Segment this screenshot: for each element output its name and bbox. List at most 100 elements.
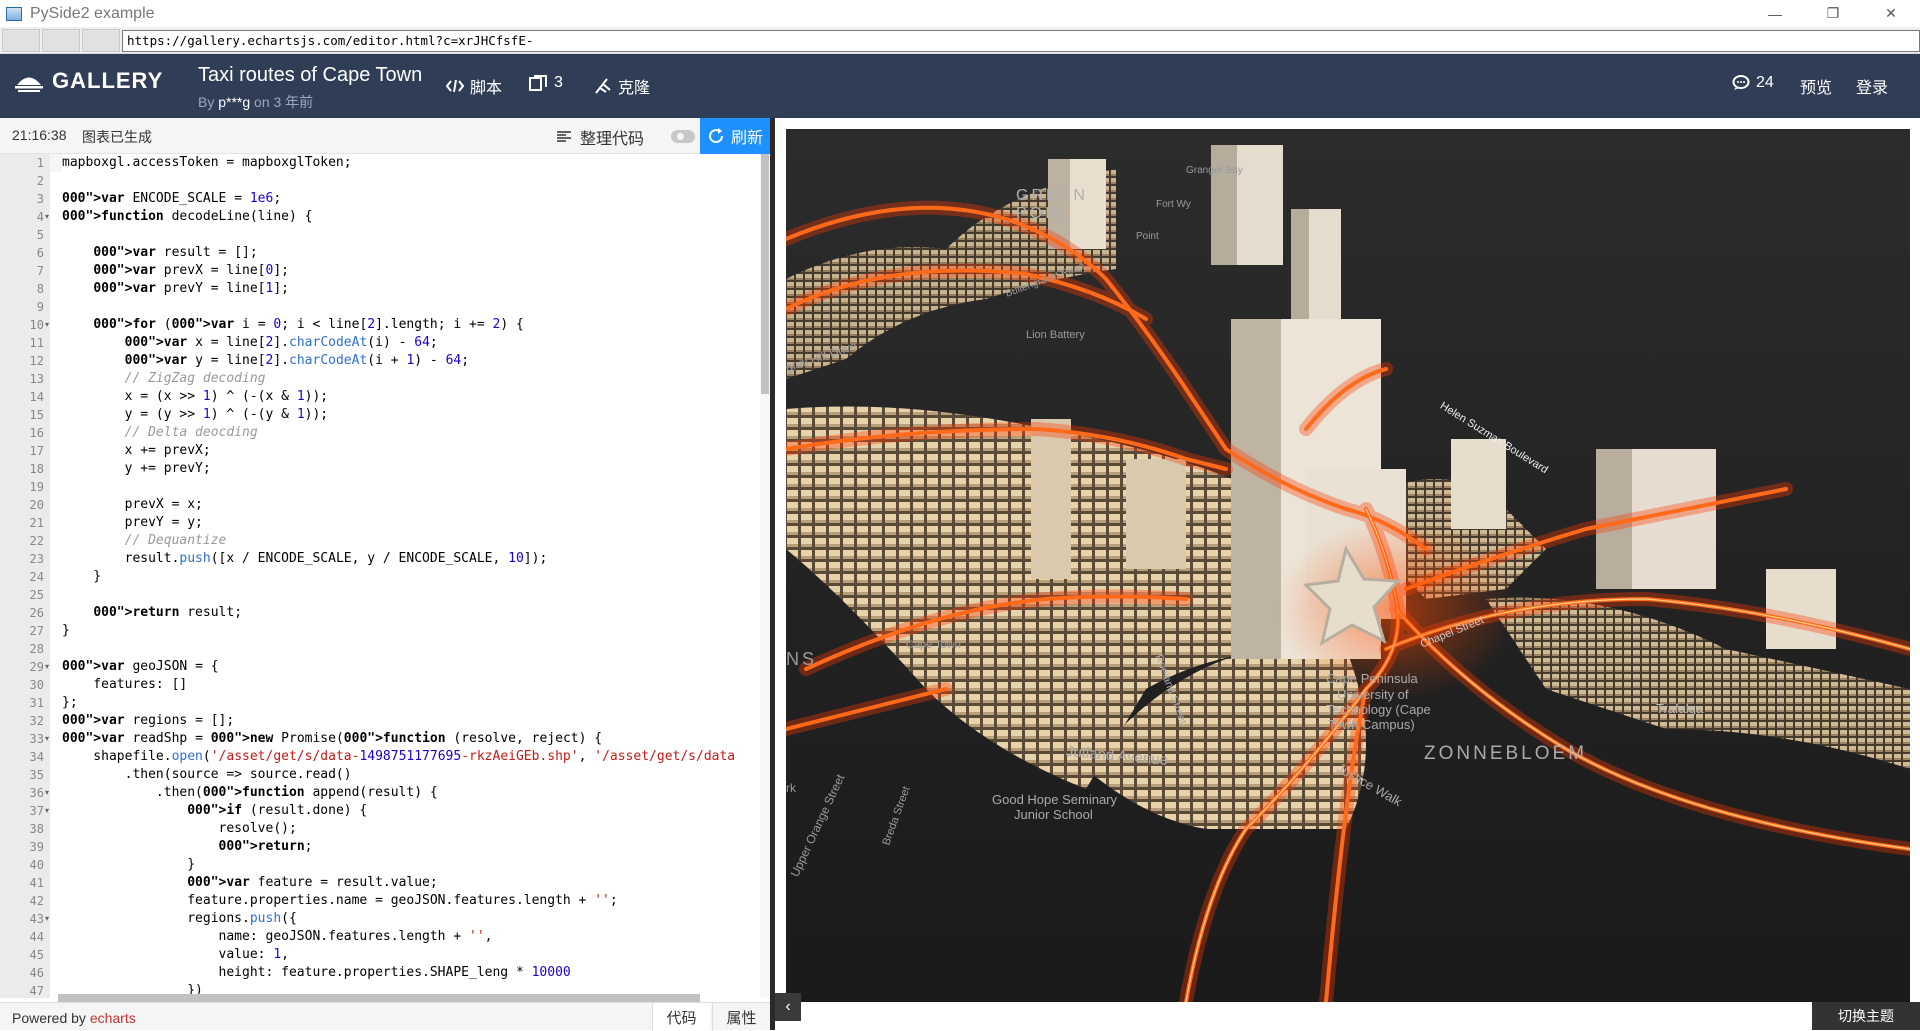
close-button[interactable]: ✕ — [1868, 0, 1914, 27]
line-number: 24 — [29, 570, 44, 584]
code-line: } — [62, 857, 196, 872]
login-link[interactable]: 登录 — [1856, 74, 1888, 98]
code-line: 000">function decodeLine(line) { — [62, 209, 313, 224]
line-number-gutter: 1 2 3 4 ▾ 5 6 7 8 9 10 ▾ 11 12 13 14 15 16 17 18 19 20 21 22 23 2… — [0, 154, 50, 998]
fold-toggle-icon[interactable]: ▾ — [45, 662, 49, 671]
switch-theme-label: 切换主题 — [1838, 1008, 1894, 1024]
line-number: 21 — [29, 516, 44, 530]
code-line: // ZigZag decoding — [62, 371, 266, 386]
line-number: 39 — [29, 840, 44, 854]
code-line: 000">var feature = result.value; — [187, 875, 438, 890]
label-trafalgar: Trafalga — [1656, 701, 1704, 716]
line-number: 44 — [29, 930, 44, 944]
url-field[interactable]: https://gallery.echartsjs.com/editor.htm… — [122, 30, 1920, 52]
comment-icon — [1732, 75, 1750, 90]
comments-button[interactable]: 24 — [1732, 74, 1774, 92]
author-name[interactable]: p***g — [218, 94, 250, 110]
byline-prefix: By — [198, 94, 215, 110]
byline-suffix: on 3 年前 — [254, 94, 314, 110]
line-number: 2 — [36, 174, 44, 188]
label-green-point-2: POIN — [1016, 205, 1068, 222]
line-number: 40 — [29, 858, 44, 872]
code-line: prevY = y; — [62, 515, 203, 530]
fold-toggle-icon[interactable]: ▾ — [45, 734, 49, 743]
refresh-button[interactable]: 刷新 — [700, 118, 770, 154]
code-line: 000">var readShp = 000">new Promise(000"… — [62, 731, 603, 746]
chevron-left-icon: ‹ — [785, 998, 791, 1015]
label-good-hope-2: Junior School — [1014, 807, 1093, 822]
line-number: 14 — [29, 390, 44, 404]
code-line: 000">for (000">var i = 0; i < line[2].le… — [93, 317, 524, 332]
minimize-icon: — — [1768, 5, 1782, 22]
line-number: 9 — [36, 300, 44, 314]
format-code-button[interactable]: 整理代码 — [556, 125, 644, 149]
reload-button[interactable] — [82, 29, 120, 52]
auto-refresh-toggle[interactable] — [671, 130, 695, 143]
code-line: resolve(); — [62, 821, 297, 836]
line-number: 11 — [29, 336, 44, 350]
line-number: 37 — [29, 804, 44, 818]
map-canvas[interactable]: GREEN POIN Granger Bay Fort Wy Point Lio… — [786, 129, 1910, 1002]
clone-button[interactable]: 克隆 — [594, 74, 650, 98]
powered-prefix: Powered by — [12, 1010, 86, 1026]
code-line: shapefile.open('/asset/get/s/data-149875… — [62, 749, 736, 764]
line-number: 18 — [29, 462, 44, 476]
script-button[interactable]: 脚本 — [446, 74, 502, 98]
editor-vertical-scrollbar[interactable] — [760, 154, 770, 998]
echarts-link[interactable]: echarts — [90, 1010, 136, 1026]
collapse-editor-button[interactable]: ‹ — [775, 993, 801, 1021]
tab-code[interactable]: 代码 — [652, 1003, 710, 1031]
fold-toggle-icon[interactable]: ▾ — [45, 212, 49, 221]
line-number: 41 — [29, 876, 44, 890]
code-line: height: feature.properties.SHAPE_leng * … — [62, 965, 571, 980]
restore-button[interactable]: ❐ — [1810, 0, 1856, 27]
line-number: 31 — [29, 696, 44, 710]
tab-properties-label: 属性 — [726, 1009, 757, 1027]
fold-toggle-icon[interactable]: ▾ — [45, 806, 49, 815]
forks-button[interactable]: 3 — [528, 74, 563, 92]
format-code-label: 整理代码 — [580, 131, 645, 148]
tab-properties[interactable]: 属性 — [712, 1003, 770, 1031]
line-number: 23 — [29, 552, 44, 566]
label-park: rk — [786, 781, 796, 795]
preview-link[interactable]: 预览 — [1800, 74, 1832, 98]
code-line: features: [] — [62, 677, 188, 692]
line-number: 47 — [29, 984, 44, 998]
code-line: 000">var regions = []; — [62, 713, 235, 728]
forks-count: 3 — [554, 74, 563, 91]
scrollbar-thumb[interactable] — [761, 154, 769, 394]
line-number: 13 — [29, 372, 44, 386]
clone-label: 克隆 — [618, 80, 651, 97]
byline: By p***g on 3 年前 — [198, 92, 313, 112]
code-line: 000">return result; — [93, 605, 243, 620]
code-line: x = (x >> 1) ^ (-(x & 1)); — [62, 389, 329, 404]
fold-toggle-icon[interactable]: ▾ — [45, 788, 49, 797]
editor-footer: Powered by echarts 代码 属性 — [0, 1002, 770, 1031]
back-button[interactable] — [2, 29, 40, 52]
code-line: prevX = x; — [62, 497, 203, 512]
fold-toggle-icon[interactable]: ▾ — [45, 320, 49, 329]
line-number: 36 — [29, 786, 44, 800]
code-line: regions.push({ — [62, 911, 297, 926]
fold-toggle-icon[interactable]: ▾ — [45, 914, 49, 923]
code-line: value: 1, — [62, 947, 289, 962]
switch-theme-button[interactable]: 切换主题 — [1812, 1002, 1920, 1030]
line-number: 19 — [29, 480, 44, 494]
minimize-button[interactable]: — — [1752, 0, 1798, 27]
label-good-hope-1: Good Hope Seminary — [992, 792, 1118, 807]
label-zonnebloem: ZONNEBLOEM — [1424, 743, 1588, 764]
editor-horizontal-scrollbar[interactable] — [58, 994, 700, 1002]
gallery-logo[interactable]: GALLERY — [14, 68, 163, 94]
code-editor[interactable]: mapboxgl.accessToken = mapboxglToken; 000… — [62, 154, 760, 998]
code-line: y += prevY; — [62, 461, 211, 476]
line-number: 5 — [36, 228, 44, 242]
line-number: 7 — [36, 264, 44, 278]
label-fort-wynyard: Fort Wy — [1156, 199, 1191, 210]
code-icon — [446, 79, 464, 93]
line-number: 6 — [36, 246, 44, 260]
code-line: 000">var x = line[2].charCodeAt(i) - 64; — [124, 335, 438, 350]
app-window-icon — [6, 6, 22, 21]
line-number: 46 — [29, 966, 44, 980]
forward-button[interactable] — [42, 29, 80, 52]
line-number: 27 — [29, 624, 44, 638]
